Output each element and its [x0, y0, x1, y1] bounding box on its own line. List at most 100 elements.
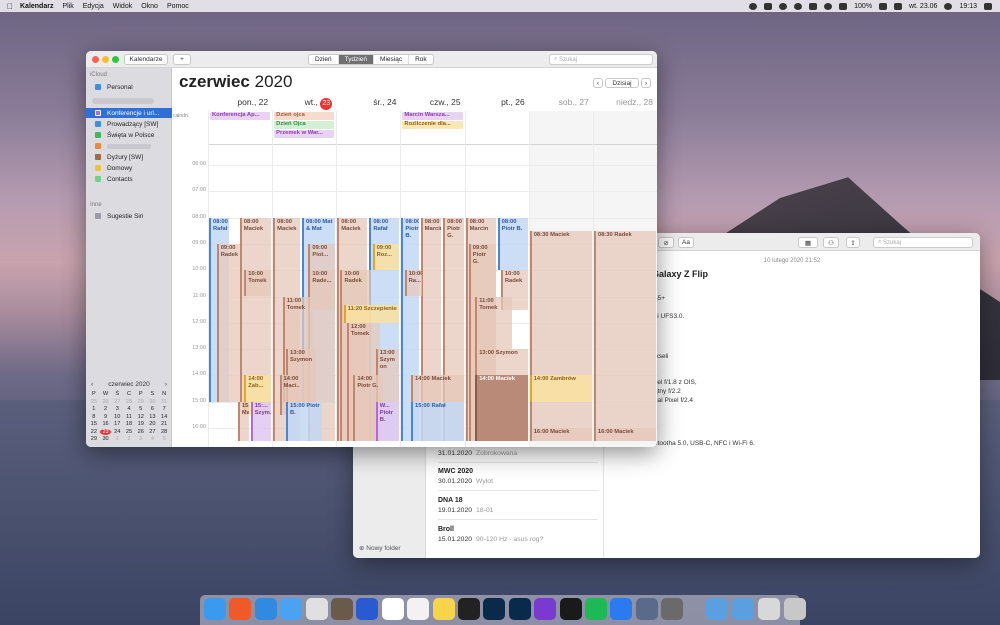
mail-icon[interactable] — [280, 598, 303, 620]
mini-calendar-day[interactable]: 25 — [123, 429, 135, 435]
airplay-icon[interactable] — [894, 2, 903, 10]
tab-year[interactable]: Rok — [409, 55, 433, 64]
mini-calendar-day[interactable]: 30 — [147, 399, 159, 405]
all-day-event[interactable]: Dzień ojca — [274, 112, 335, 120]
calendar-event[interactable]: W... Piotr B. — [375, 401, 400, 442]
app-status-icon[interactable] — [764, 2, 773, 10]
calendar-color-checkbox[interactable] — [95, 176, 101, 182]
all-day-event[interactable]: Konferencja Ap... — [210, 112, 271, 120]
mini-calendar-day[interactable]: 4 — [123, 406, 135, 412]
mini-calendar-day[interactable]: 25 — [88, 399, 100, 405]
mini-calendar-day[interactable]: 4 — [147, 436, 159, 442]
ia-writer-icon[interactable] — [458, 598, 480, 620]
checklist-button[interactable]: ⊘ — [658, 237, 674, 248]
calendar-color-checkbox[interactable] — [95, 154, 101, 160]
battery-percent[interactable]: 100% — [854, 3, 872, 10]
calendar-event[interactable]: 09:00 Roz... — [372, 243, 400, 271]
apple-menu-icon[interactable]:  — [0, 2, 20, 11]
mini-calendar-day[interactable]: 16 — [100, 421, 112, 427]
mini-calendar-day[interactable]: 7 — [158, 406, 170, 412]
safari-icon[interactable] — [254, 598, 277, 620]
mini-calendar-day[interactable]: 17 — [111, 421, 123, 427]
all-day-event[interactable]: Marcin Warsza... — [402, 112, 463, 120]
calendar-color-checkbox[interactable] — [95, 121, 101, 127]
sidebar-item-conferences[interactable]: Konferencje i url... — [86, 108, 172, 118]
new-folder-button[interactable]: ⊕ Nowy folder — [359, 544, 401, 552]
calendar-event[interactable]: 14:00 Maciek — [411, 375, 464, 402]
tab-day[interactable]: Dzień — [309, 55, 339, 64]
share-button[interactable]: ⇪ — [846, 237, 860, 248]
sidebar-item-redacted[interactable] — [86, 141, 172, 151]
mini-calendar-day[interactable]: 9 — [100, 414, 112, 420]
notes-icon[interactable] — [432, 598, 455, 620]
calendar-event[interactable]: 08:30 Radek — [593, 230, 656, 442]
next-week-button[interactable]: › — [641, 78, 651, 88]
sidebar-item-holidays[interactable]: Święta w Polsce — [86, 130, 172, 140]
tab-month[interactable]: Miesiąc — [374, 55, 410, 64]
mini-prev-month-button[interactable]: ‹ — [91, 381, 93, 388]
affinity-photo-icon[interactable] — [534, 598, 557, 620]
close-window-button[interactable] — [92, 56, 99, 63]
mini-calendar-day[interactable]: 21 — [158, 421, 170, 427]
menu-clock[interactable]: 19:13 — [959, 3, 977, 10]
final-cut-icon[interactable] — [559, 598, 582, 620]
mini-calendar-day[interactable]: 1 — [111, 436, 123, 442]
mini-calendar-day[interactable]: 10 — [111, 414, 123, 420]
calendar-event[interactable]: 10:00 Tomek — [244, 270, 272, 297]
calendar-color-checkbox[interactable] — [95, 143, 101, 149]
mini-calendar-day[interactable]: 19 — [135, 421, 147, 427]
mini-calendar-day[interactable]: 20 — [147, 421, 159, 427]
downloads-folder-icon[interactable] — [706, 598, 728, 620]
pixelmator-icon[interactable] — [331, 598, 353, 620]
spotify-icon[interactable] — [585, 598, 607, 620]
calendar-search-field[interactable]: ⌕ Szukaj — [549, 54, 653, 65]
system-prefs-icon[interactable] — [661, 598, 684, 620]
menu-file[interactable]: Plik — [62, 3, 73, 10]
list-item[interactable]: 31.01.2020 Zobrokowana — [438, 447, 598, 457]
calendar-event[interactable]: 14:00 Maciek — [475, 375, 528, 442]
slack-icon[interactable] — [305, 598, 328, 620]
all-day-event[interactable]: Dzień Ojca — [274, 121, 335, 129]
today-button[interactable]: Dzisiaj — [605, 78, 639, 88]
calendar-event[interactable]: 08:00 Piotr B. — [497, 217, 528, 271]
calendar-event[interactable]: 15:00 Rafał — [411, 401, 464, 442]
mini-calendar-day[interactable]: 15 — [88, 421, 100, 427]
sidebar-item-siri-suggestions[interactable]: Sugestie Siri — [86, 211, 172, 221]
mini-calendar-day[interactable]: 26 — [135, 429, 147, 435]
calendar-icon[interactable] — [381, 598, 404, 620]
mini-calendar-day[interactable]: 29 — [88, 436, 100, 442]
menu-window[interactable]: Okno — [141, 3, 158, 10]
mini-calendar-day[interactable]: 23 — [99, 428, 112, 435]
mini-calendar-day[interactable]: 5 — [158, 436, 170, 442]
minimize-window-button[interactable] — [102, 56, 109, 63]
day-header[interactable]: pt., 26 — [465, 97, 525, 107]
calendar-event[interactable]: 11:20 Szczepienie — [343, 305, 400, 323]
calendar-event[interactable]: 13:00 Szymon — [475, 349, 528, 376]
all-day-event[interactable]: Rozliczenie dla... — [402, 121, 463, 129]
day-header[interactable]: czw., 25 — [400, 97, 461, 107]
calendar-color-checkbox[interactable] — [95, 84, 101, 90]
mini-calendar-day[interactable]: 29 — [135, 399, 147, 405]
calendar-color-checkbox[interactable] — [95, 165, 101, 171]
mini-calendar-day[interactable]: 11 — [123, 414, 135, 420]
calendar-event[interactable]: 15:... Mac... — [237, 401, 249, 442]
day-header[interactable]: śr., 24 — [336, 97, 396, 107]
day-header[interactable]: niedz., 28 — [593, 97, 653, 107]
sidebar-item-home[interactable]: Domowy — [86, 163, 172, 173]
mini-calendar-day[interactable]: 22 — [88, 429, 100, 435]
mini-calendar-day[interactable]: 24 — [111, 429, 123, 435]
dropbox-status-icon[interactable] — [749, 2, 758, 10]
mini-calendar-day[interactable]: 27 — [147, 429, 159, 435]
mini-calendar-day[interactable]: 27 — [111, 399, 123, 405]
calendar-event[interactable]: 15:00 Piotr B. — [285, 401, 323, 442]
zoom-window-button[interactable] — [112, 56, 119, 63]
list-item[interactable]: MWC 2020 30.01.2020 Wylot — [438, 468, 598, 485]
sidebar-item-personal[interactable]: Personal — [86, 82, 172, 92]
menu-date[interactable]: wt. 23.06 — [909, 3, 937, 10]
tasks-icon[interactable] — [356, 598, 379, 620]
documents-folder-icon[interactable] — [732, 598, 754, 620]
mini-calendar-day[interactable]: 13 — [147, 414, 159, 420]
battery-icon[interactable] — [879, 2, 888, 10]
mini-calendar-day[interactable]: 12 — [135, 414, 147, 420]
sidebar-item-presenters[interactable]: Prowadzący [SW] — [86, 119, 172, 129]
